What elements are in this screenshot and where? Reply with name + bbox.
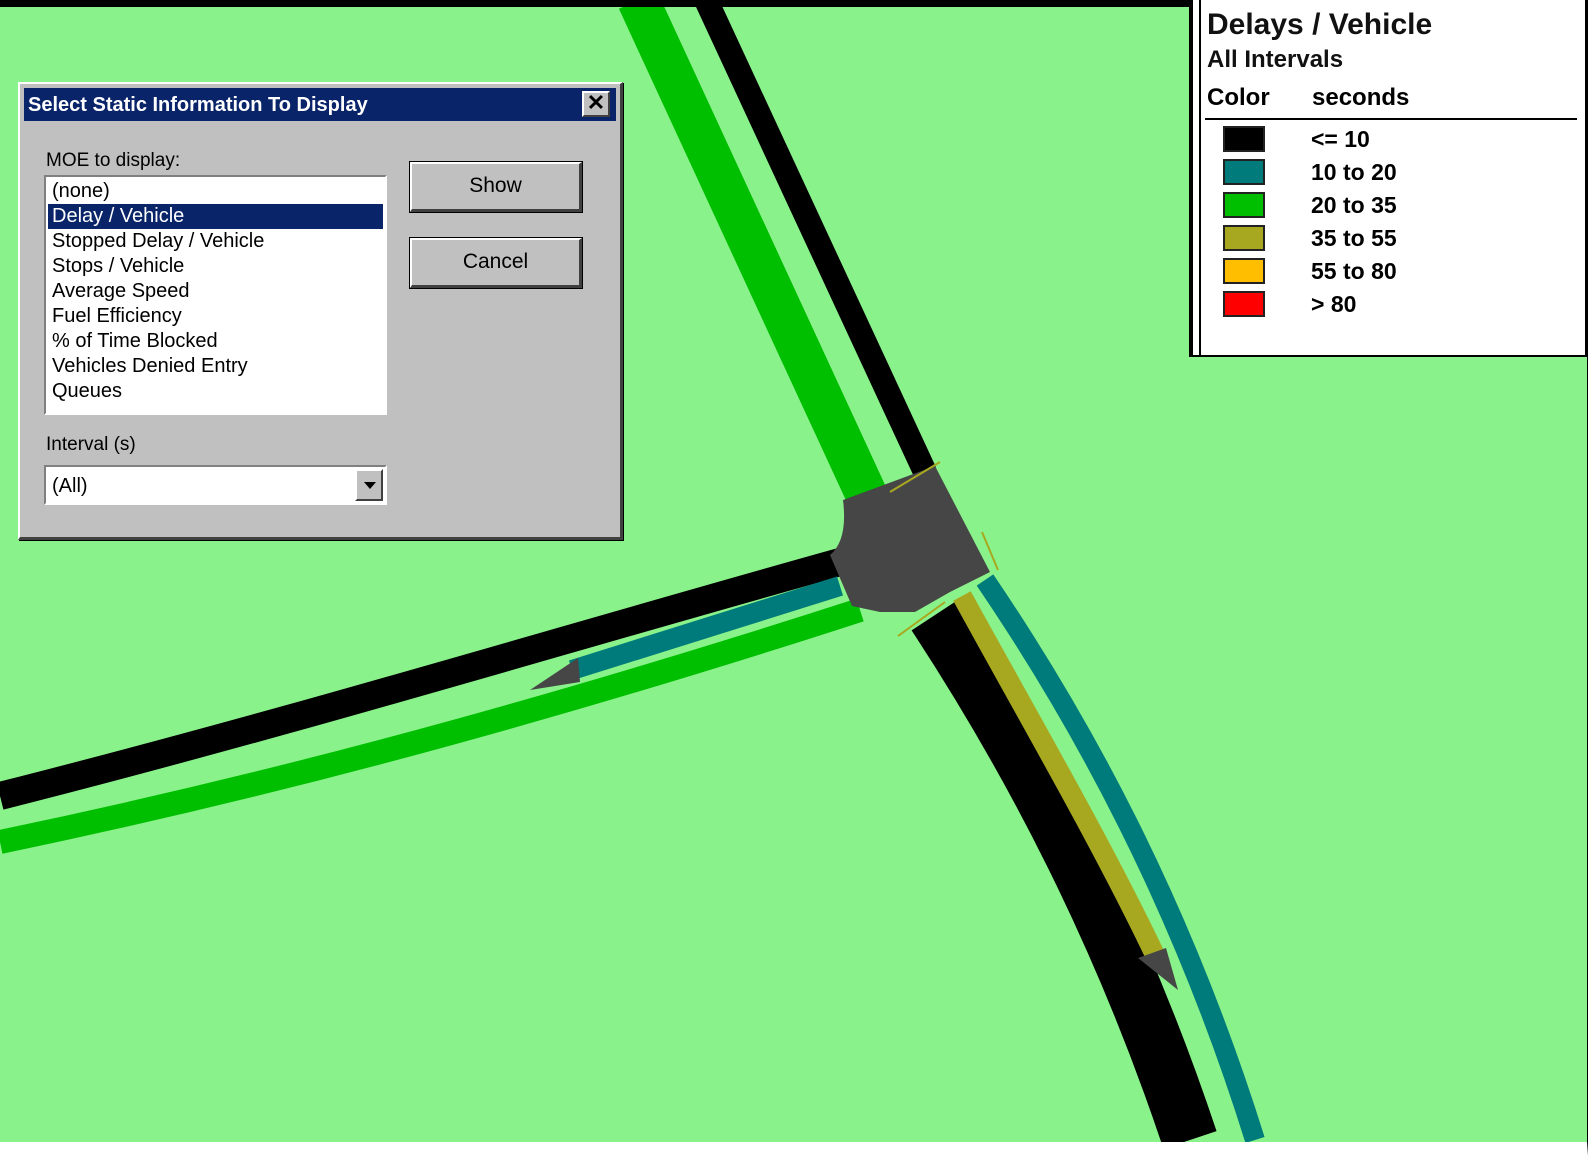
moe-list-item[interactable]: (none)	[48, 179, 383, 204]
legend-row: > 80	[1223, 289, 1573, 321]
legend-swatch	[1223, 126, 1265, 152]
legend-row: 55 to 80	[1223, 256, 1573, 288]
turn-bay-taper-west	[530, 658, 580, 690]
dialog-titlebar[interactable]: Select Static Information To Display ✕	[24, 88, 616, 121]
legend-row: 10 to 20	[1223, 157, 1573, 189]
legend-swatch	[1223, 258, 1265, 284]
legend-swatch	[1223, 291, 1265, 317]
legend-column-unit: seconds	[1312, 84, 1410, 111]
moe-list-item[interactable]: Vehicles Denied Entry	[48, 354, 383, 379]
legend-subtitle: All Intervals	[1207, 46, 1344, 73]
legend-header-rule	[1205, 118, 1577, 120]
legend-label: 10 to 20	[1311, 159, 1397, 185]
moe-listbox[interactable]: (none) Delay / Vehicle Stopped Delay / Veh…	[44, 175, 387, 415]
moe-list-item[interactable]: Stops / Vehicle	[48, 254, 383, 279]
moe-list-item[interactable]: Delay / Vehicle	[48, 204, 383, 229]
legend-divider	[1199, 0, 1201, 355]
legend-label: 35 to 55	[1311, 225, 1397, 251]
road-link-west-black	[0, 548, 844, 810]
moe-list-item[interactable]: Queues	[48, 379, 383, 404]
dialog-title: Select Static Information To Display	[28, 94, 368, 116]
legend-panel: Delays / Vehicle All Intervals Color sec…	[1189, 0, 1588, 357]
moe-list: (none) Delay / Vehicle Stopped Delay / Veh…	[48, 179, 383, 404]
chevron-down-icon	[364, 482, 376, 489]
moe-label: MOE to display:	[46, 150, 181, 171]
legend-column-color: Color	[1207, 84, 1270, 111]
legend-row: <= 10	[1223, 124, 1573, 156]
legend-swatch	[1223, 192, 1265, 218]
show-button[interactable]: Show	[409, 161, 583, 213]
moe-list-item[interactable]: Fuel Efficiency	[48, 304, 383, 329]
select-static-info-dialog: Select Static Information To Display ✕ M…	[18, 82, 623, 540]
cancel-button[interactable]: Cancel	[409, 237, 583, 289]
road-link-south-olive	[953, 591, 1165, 960]
legend-label: 55 to 80	[1311, 258, 1397, 284]
legend-row: 35 to 55	[1223, 223, 1573, 255]
legend-label: 20 to 35	[1311, 192, 1397, 218]
interval-label: Interval (s)	[46, 434, 136, 455]
moe-list-item[interactable]: Stopped Delay / Vehicle	[48, 229, 383, 254]
close-icon: ✕	[586, 90, 606, 115]
legend-label: > 80	[1311, 291, 1357, 317]
legend-label: <= 10	[1311, 126, 1370, 152]
road-link-south-teal	[976, 574, 1265, 1143]
legend-row: 20 to 35	[1223, 190, 1573, 222]
legend-title: Delays / Vehicle	[1207, 8, 1433, 41]
moe-list-item[interactable]: % of Time Blocked	[48, 329, 383, 354]
dropdown-arrow-button[interactable]	[355, 469, 383, 501]
close-button[interactable]: ✕	[582, 91, 610, 117]
legend-swatch	[1223, 159, 1265, 185]
road-link-west-green	[0, 598, 864, 854]
legend-swatch	[1223, 225, 1265, 251]
interval-value: (All)	[52, 475, 88, 497]
interval-dropdown[interactable]: (All)	[44, 465, 387, 505]
moe-list-item[interactable]: Average Speed	[48, 279, 383, 304]
